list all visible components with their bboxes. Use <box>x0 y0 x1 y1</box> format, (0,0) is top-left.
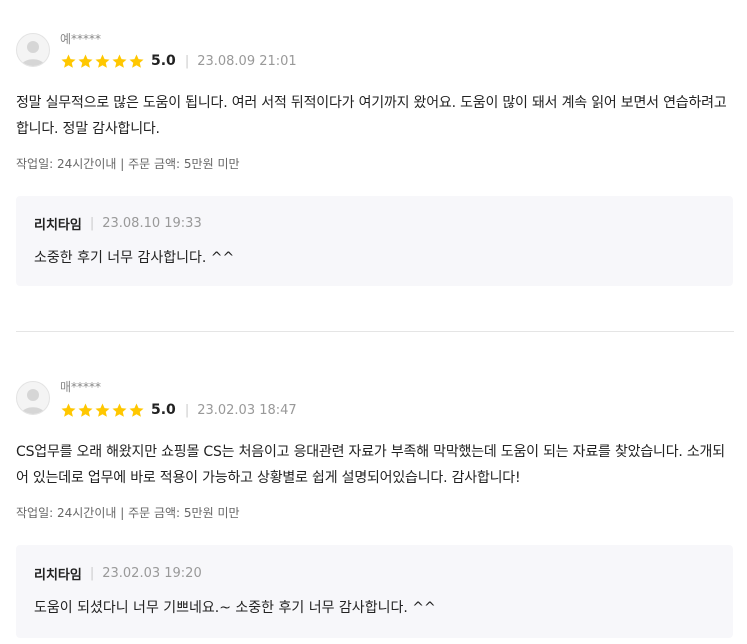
rating-score: 5.0 <box>151 53 176 69</box>
reply-header: 리치타임 | 23.02.03 19:20 <box>34 565 202 583</box>
meta-separator: | <box>184 53 190 69</box>
reply-text: 소중한 후기 너무 감사합니다. ^^ <box>34 250 235 266</box>
meta-separator: | <box>89 565 95 581</box>
star-icon <box>129 403 144 417</box>
review-body: CS업무를 오래 해왔지만 쇼핑몰 CS는 처음이고 응대관련 자료가 부족해 … <box>16 444 725 486</box>
star-icon <box>112 403 127 417</box>
star-icon <box>78 403 93 417</box>
review-item: 매***** 5.0 | 23.02.03 18:47 CS업무를 오래 해왔지… <box>0 331 747 644</box>
star-icon <box>95 54 110 68</box>
reply-date: 23.08.10 19:33 <box>102 215 202 231</box>
review-item: 예***** 5.0 | 23.08.09 21:01 정말 실무적으로 많은 … <box>0 0 747 332</box>
avatar <box>16 381 50 415</box>
order-info: 작업일: 24시간이내 | 주문 금액: 5만원 미만 <box>16 157 240 171</box>
reply-text: 도움이 되셨다니 너무 기쁘네요.~ 소중한 후기 너무 감사합니다. ^^ <box>34 600 436 616</box>
rating-score: 5.0 <box>151 402 176 418</box>
reply-author: 리치타임 <box>34 567 82 583</box>
star-icon <box>78 54 93 68</box>
review-author: 예***** <box>60 32 102 46</box>
seller-reply: 리치타임 | 23.02.03 19:20 도움이 되셨다니 너무 기쁘네요.~… <box>16 545 733 638</box>
reply-date: 23.02.03 19:20 <box>102 565 202 581</box>
star-icon <box>129 54 144 68</box>
star-icon <box>61 403 76 417</box>
review-body: 정말 실무적으로 많은 도움이 됩니다. 여러 서적 뒤적이다가 여기까지 왔어… <box>16 95 727 137</box>
user-placeholder-icon <box>21 41 45 66</box>
review-date: 23.02.03 18:47 <box>197 402 297 418</box>
seller-reply: 리치타임 | 23.08.10 19:33 소중한 후기 너무 감사합니다. ^… <box>16 196 733 286</box>
review-meta: 5.0 | 23.02.03 18:47 <box>60 401 297 419</box>
star-icon <box>95 403 110 417</box>
user-placeholder-icon <box>21 389 45 414</box>
rating-stars <box>60 53 145 70</box>
order-info: 작업일: 24시간이내 | 주문 금액: 5만원 미만 <box>16 506 240 520</box>
reply-author: 리치타임 <box>34 217 82 233</box>
avatar <box>16 33 50 67</box>
meta-separator: | <box>184 402 190 418</box>
star-icon <box>112 54 127 68</box>
review-author: 매***** <box>60 380 102 394</box>
meta-separator: | <box>89 215 95 231</box>
star-icon <box>61 54 76 68</box>
review-meta: 5.0 | 23.08.09 21:01 <box>60 52 297 70</box>
rating-stars <box>60 402 145 419</box>
review-date: 23.08.09 21:01 <box>197 53 297 69</box>
reply-header: 리치타임 | 23.08.10 19:33 <box>34 215 202 233</box>
